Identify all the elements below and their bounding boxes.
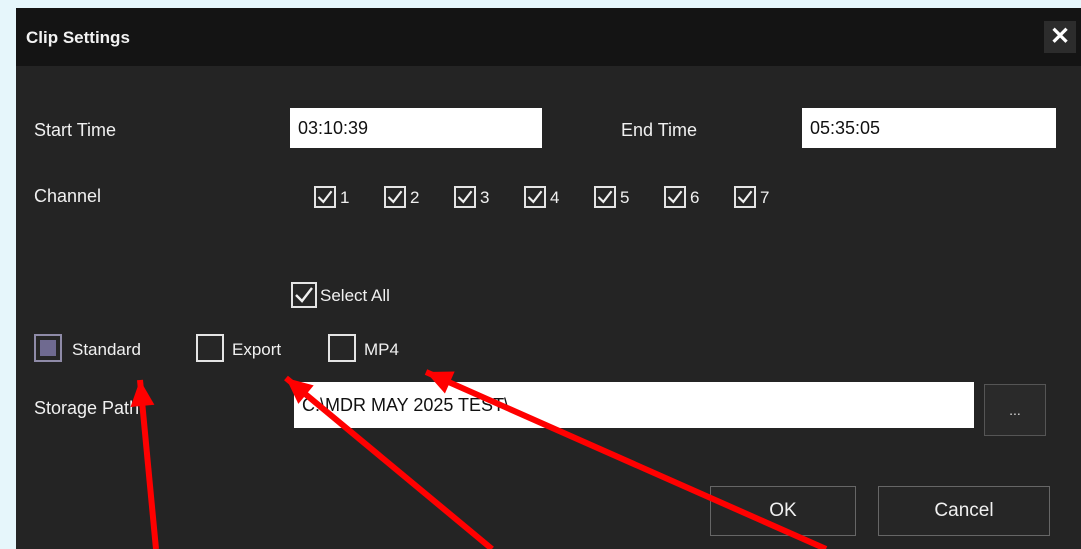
mp4-checkbox[interactable] — [328, 334, 356, 362]
standard-label: Standard — [72, 340, 141, 359]
select-all-checkbox[interactable] — [291, 282, 317, 308]
start-time-input[interactable] — [290, 108, 542, 148]
end-time-input[interactable] — [802, 108, 1056, 148]
checkmark-icon — [295, 287, 313, 303]
checkmark-icon — [387, 190, 403, 204]
channel-5-label: 5 — [620, 188, 630, 207]
export-label: Export — [232, 340, 282, 359]
channel-4-checkbox[interactable] — [524, 186, 546, 208]
checkmark-icon — [527, 190, 543, 204]
checkmark-icon — [597, 190, 613, 204]
channel-3-label: 3 — [480, 188, 490, 207]
close-icon: ✕ — [1049, 23, 1071, 50]
checkmark-icon — [457, 190, 473, 204]
end-time-label: End Time — [621, 120, 698, 140]
standard-checkbox[interactable] — [34, 334, 62, 362]
channel-7-label: 7 — [760, 188, 770, 207]
channel-6-label: 6 — [690, 188, 700, 207]
cancel-button[interactable]: Cancel — [878, 486, 1050, 536]
channel-6-checkbox[interactable] — [664, 186, 686, 208]
channel-5-checkbox[interactable] — [594, 186, 616, 208]
ok-button[interactable]: OK — [710, 486, 856, 536]
channel-7-checkbox[interactable] — [734, 186, 756, 208]
storage-path-input[interactable] — [294, 382, 974, 428]
dialog-title: Clip Settings — [26, 28, 130, 47]
channel-2-checkbox[interactable] — [384, 186, 406, 208]
channel-3-checkbox[interactable] — [454, 186, 476, 208]
checkmark-icon — [737, 190, 753, 204]
select-all-label: Select All — [320, 286, 390, 305]
channel-2-label: 2 — [410, 188, 420, 207]
title-bar: Clip Settings ✕ — [16, 8, 1081, 66]
standard-checkbox-fill — [40, 340, 56, 356]
checkmark-icon — [667, 190, 683, 204]
channel-1-label: 1 — [340, 188, 350, 207]
mp4-label: MP4 — [364, 340, 399, 359]
channel-label: Channel — [34, 186, 102, 206]
channel-4-label: 4 — [550, 188, 560, 207]
close-button[interactable]: ✕ — [1044, 21, 1076, 53]
export-checkbox[interactable] — [196, 334, 224, 362]
clip-settings-dialog: Clip Settings ✕ Start Time End Time Chan… — [16, 8, 1081, 549]
channel-1-checkbox[interactable] — [314, 186, 336, 208]
browse-button[interactable]: ... — [984, 384, 1046, 436]
checkmark-icon — [317, 190, 333, 204]
storage-path-label: Storage Path — [34, 398, 140, 418]
start-time-label: Start Time — [34, 120, 117, 140]
